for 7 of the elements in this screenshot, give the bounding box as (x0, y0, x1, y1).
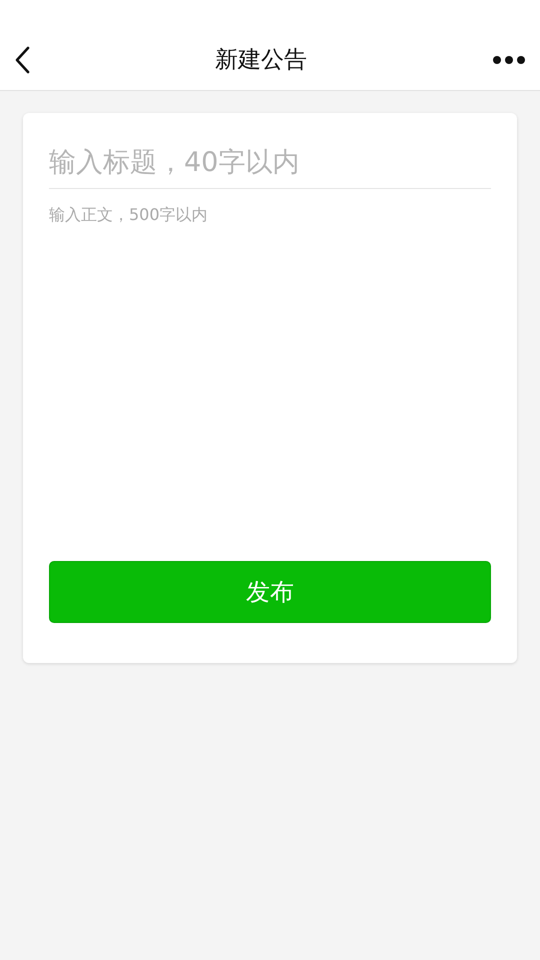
back-icon (14, 46, 30, 74)
title-field[interactable]: 输入标题，40字以内 (49, 143, 491, 189)
back-button[interactable] (14, 44, 30, 76)
publish-button[interactable]: 发布 (49, 561, 491, 623)
body-field[interactable]: 输入正文，500字以内 (49, 205, 491, 545)
page-title: 新建公告 (215, 46, 307, 75)
more-icon (492, 55, 526, 65)
